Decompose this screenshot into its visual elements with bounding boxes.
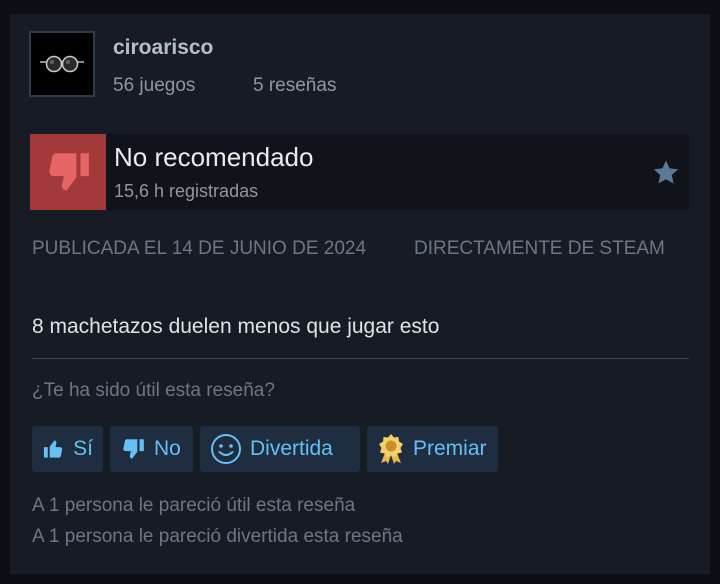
verdict-thumb <box>30 134 106 210</box>
helpful-question: ¿Te ha sido útil esta reseña? <box>32 380 275 401</box>
round-glasses-avatar-icon <box>40 55 84 73</box>
award-label: Premiar <box>413 437 487 460</box>
vote-yes-button[interactable]: Sí <box>32 426 103 472</box>
vote-yes-label: Sí <box>73 437 93 460</box>
star-icon[interactable] <box>651 158 681 188</box>
hours-played: 15,6 h registradas <box>114 181 259 201</box>
thumbs-down-icon <box>123 439 144 459</box>
vote-no-label: No <box>154 437 181 460</box>
award-button[interactable]: Premiar <box>367 426 498 472</box>
thumbs-down-icon <box>49 153 89 191</box>
divider <box>32 358 689 359</box>
smiley-icon <box>211 434 241 464</box>
reviews-count-link[interactable]: 5 reseñas <box>253 75 336 97</box>
username-link[interactable]: ciroarisco <box>113 36 213 60</box>
helpful-count: A 1 persona le pareció útil esta reseña <box>32 495 356 516</box>
award-icon <box>379 434 403 464</box>
review-source: DIRECTAMENTE DE STEAM <box>414 238 665 259</box>
user-avatar[interactable] <box>29 31 95 97</box>
review-card: ciroarisco 56 juegos 5 reseñas No recome… <box>10 14 710 574</box>
funny-count: A 1 persona le pareció divertida esta re… <box>32 526 403 547</box>
thumbs-up-icon <box>43 440 63 458</box>
vote-no-button[interactable]: No <box>110 426 193 472</box>
vote-funny-label: Divertida <box>250 437 333 460</box>
vote-funny-button[interactable]: Divertida <box>200 426 360 472</box>
verdict-bar[interactable]: No recomendado 15,6 h registradas <box>30 134 689 210</box>
games-count-link[interactable]: 56 juegos <box>113 75 195 97</box>
verdict-title: No recomendado <box>114 142 314 172</box>
published-date: PUBLICADA EL 14 DE JUNIO DE 2024 <box>32 238 367 259</box>
review-body: 8 machetazos duelen menos que jugar esto <box>32 315 440 338</box>
